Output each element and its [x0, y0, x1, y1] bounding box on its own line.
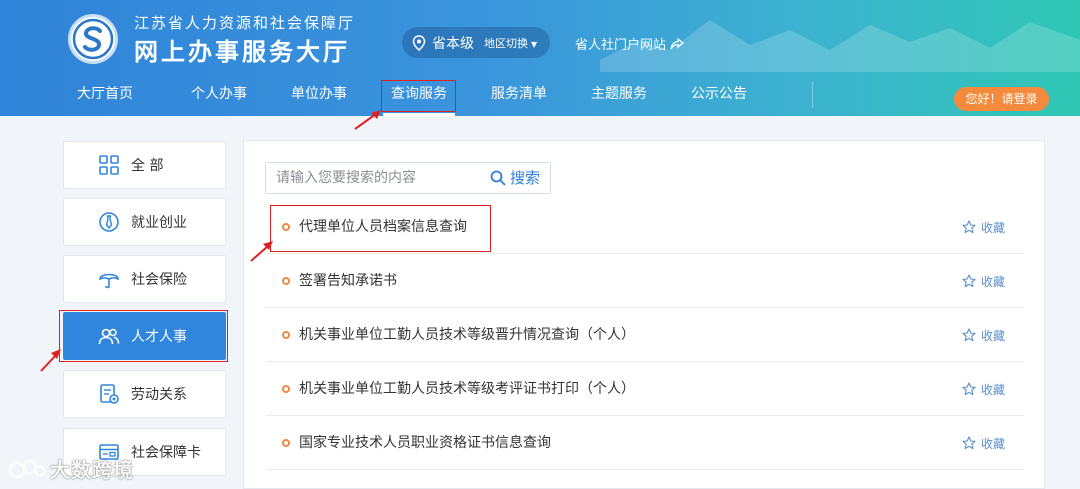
list-item[interactable]: 签署告知承诺书 收藏	[266, 254, 1024, 308]
favorite-button[interactable]: 收藏	[962, 416, 1005, 470]
search-input[interactable]	[266, 163, 486, 193]
region-selector[interactable]: 省本级 地区切换 ▼	[402, 27, 550, 58]
arrow-icon	[354, 110, 381, 130]
search-button[interactable]: 搜索	[490, 163, 540, 193]
nav-home[interactable]: 大厅首页	[77, 72, 133, 116]
favorite-label: 收藏	[981, 220, 1006, 235]
tie-icon	[98, 211, 120, 233]
arrow-icon	[40, 349, 61, 372]
region-switch-label: 地区切换	[484, 36, 528, 50]
grid-icon	[98, 154, 120, 176]
sidebar-item-label: 社会保障卡	[131, 445, 201, 461]
star-icon	[962, 274, 976, 288]
site-name: 网上办事服务大厅	[134, 38, 350, 66]
header-top: 江苏省人力资源和社会保障厅 网上办事服务大厅 省本级 地区切换 ▼ 省人社门户网站	[0, 0, 1080, 72]
sidebar-item-label: 社会保险	[131, 272, 187, 288]
bullet-icon	[282, 439, 290, 447]
favorite-button[interactable]: 收藏	[962, 254, 1005, 308]
sidebar-item-social-insurance[interactable]: 社会保险	[63, 255, 226, 303]
favorite-button[interactable]: 收藏	[962, 362, 1005, 416]
bullet-icon	[282, 277, 290, 285]
logo-icon[interactable]	[68, 14, 118, 64]
highlight-box-nav	[381, 80, 456, 112]
sidebar-item-label: 就业创业	[131, 215, 187, 231]
portal-link[interactable]: 省人社门户网站	[575, 34, 685, 53]
star-icon	[962, 328, 976, 342]
list-item-title[interactable]: 机关事业单位工勤人员技术等级考评证书打印（个人）	[299, 362, 635, 416]
watermark: 大数跨境	[8, 454, 134, 483]
nav-announcements[interactable]: 公示公告	[691, 72, 747, 116]
login-button[interactable]: 您好！请登录	[954, 87, 1049, 111]
list-item-title[interactable]: 国家专业技术人员职业资格证书信息查询	[299, 416, 551, 470]
search-box: 搜索	[265, 162, 551, 194]
star-icon	[962, 220, 976, 234]
location-pin-icon	[412, 34, 426, 51]
sidebar-item-employment[interactable]: 就业创业	[63, 198, 226, 246]
favorite-label: 收藏	[981, 436, 1006, 451]
document-icon	[98, 383, 120, 405]
sidebar-item-all[interactable]: 全 部	[63, 141, 226, 189]
search-icon	[490, 170, 506, 186]
sidebar-item-label: 劳动关系	[131, 387, 187, 403]
star-icon	[962, 436, 976, 450]
region-name: 省本级	[432, 35, 474, 52]
favorite-button[interactable]: 收藏	[962, 308, 1005, 362]
watermark-text: 大数跨境	[50, 458, 134, 482]
search-button-label: 搜索	[510, 169, 541, 187]
list-item[interactable]: 机关事业单位工勤人员技术等级晋升情况查询（个人） 收藏	[266, 308, 1024, 362]
nav-service-list[interactable]: 服务清单	[491, 72, 547, 116]
arrow-icon	[250, 241, 273, 262]
nav-theme-service[interactable]: 主题服务	[591, 72, 647, 116]
umbrella-icon	[98, 268, 120, 290]
sidebar-item-label: 全 部	[131, 158, 164, 174]
org-name: 江苏省人力资源和社会保障厅	[134, 14, 356, 32]
bullet-icon	[282, 385, 290, 393]
list-item-title[interactable]: 签署告知承诺书	[299, 254, 397, 308]
favorite-label: 收藏	[981, 382, 1006, 397]
star-icon	[962, 382, 976, 396]
caret-down-icon: ▼	[531, 39, 538, 49]
portal-link-label: 省人社门户网站	[575, 38, 667, 53]
favorite-label: 收藏	[981, 328, 1006, 343]
share-icon	[670, 37, 685, 49]
main-nav: 大厅首页 个人办事 单位办事 查询服务 服务清单 主题服务 公示公告	[0, 72, 1080, 116]
nav-divider	[812, 82, 813, 108]
nav-personal[interactable]: 个人办事	[191, 72, 247, 116]
favorite-button[interactable]: 收藏	[962, 200, 1005, 254]
list-item[interactable]: 机关事业单位工勤人员技术等级考评证书打印（个人） 收藏	[266, 362, 1024, 416]
watermark-logo-icon	[8, 459, 46, 478]
sidebar-item-labor-relations[interactable]: 劳动关系	[63, 370, 226, 418]
favorite-label: 收藏	[981, 274, 1006, 289]
list-item[interactable]: 国家专业技术人员职业资格证书信息查询 收藏	[266, 416, 1024, 470]
bullet-icon	[282, 331, 290, 339]
header: 江苏省人力资源和社会保障厅 网上办事服务大厅 省本级 地区切换 ▼ 省人社门户网站…	[0, 0, 1080, 116]
region-switch[interactable]: 地区切换 ▼	[484, 35, 537, 51]
list-item-title[interactable]: 机关事业单位工勤人员技术等级晋升情况查询（个人）	[299, 308, 635, 362]
highlight-box-result	[270, 205, 491, 252]
highlight-box-sidebar	[59, 310, 228, 362]
nav-unit[interactable]: 单位办事	[291, 72, 347, 116]
